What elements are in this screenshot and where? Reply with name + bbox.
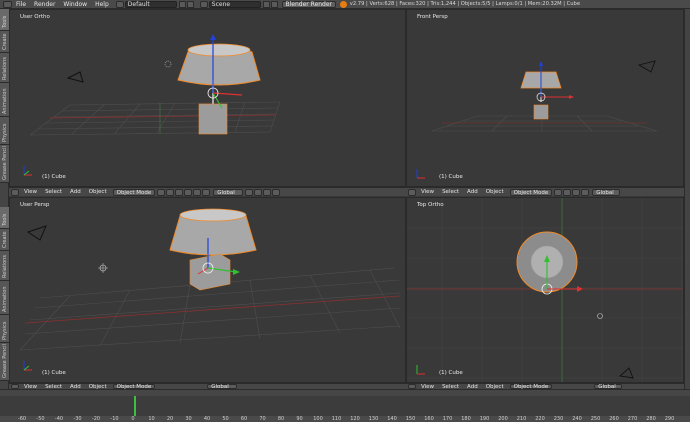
viewport-top-ortho-scene xyxy=(407,198,683,382)
tab-tools-2[interactable]: Tools xyxy=(0,207,9,229)
timeline-tick: 290 xyxy=(664,416,675,422)
toolshelf-tabs: Tools Create Relations Animation Physics… xyxy=(0,9,9,389)
viewport-label: Front Persp xyxy=(417,14,448,20)
orientation-select[interactable]: Global xyxy=(592,188,621,196)
tab-physics-label-2: Physics xyxy=(2,321,8,341)
tab-create[interactable]: Create xyxy=(0,31,9,53)
viewport-front-persp[interactable]: Front Persp (1) Cube xyxy=(406,9,684,187)
screen-layout-icon[interactable] xyxy=(115,0,124,8)
shading-icon[interactable] xyxy=(157,188,166,196)
blender-logo-icon xyxy=(339,0,347,8)
properties-region-edge[interactable] xyxy=(684,9,690,389)
lock-icon[interactable] xyxy=(254,188,263,196)
tab-tools[interactable]: Tools xyxy=(0,9,9,31)
editor-type-icon[interactable] xyxy=(408,188,416,196)
timeline-ruler: -60 -50 -40 -30 -20 -10 0 10 20 30 40 50 60 70 80 90 100… xyxy=(0,416,690,422)
tab-relations[interactable]: Relations xyxy=(0,53,9,83)
shading-icon[interactable] xyxy=(554,188,563,196)
layout-add-button[interactable] xyxy=(178,0,186,8)
timeline-editor[interactable]: -60 -50 -40 -30 -20 -10 0 10 20 30 40 50 60 70 80 90 100… xyxy=(0,389,690,422)
editor-type-icon[interactable] xyxy=(11,188,19,196)
tab-relations-label: Relations xyxy=(2,57,8,80)
viewport-front-persp-scene xyxy=(416,60,658,179)
viewport-user-ortho-scene xyxy=(23,34,281,176)
tab-grease-pencil-label-2: Grease Pencil xyxy=(2,344,8,378)
viewport-header-1: View Select Add Object Object Mode Globa… xyxy=(9,187,406,196)
tab-create-label-2: Create xyxy=(2,231,8,248)
tab-animation-label-2: Animation xyxy=(2,286,8,313)
scene-field[interactable]: Scene xyxy=(208,0,261,8)
tab-tools-label: Tools xyxy=(2,15,8,28)
viewport-label: User Persp xyxy=(20,202,50,208)
active-object-label: (1) Cube xyxy=(439,370,463,376)
viewport-user-ortho[interactable]: User Ortho (1) Cube xyxy=(9,9,406,187)
layers-icon[interactable] xyxy=(245,188,254,196)
info-header: File Render Window Help Default Scene Bl… xyxy=(0,0,690,9)
timeline-area[interactable] xyxy=(0,396,690,416)
scale-icon[interactable] xyxy=(202,188,211,196)
mode-select[interactable]: Object Mode xyxy=(509,188,553,196)
tab-grease-pencil-2[interactable]: Grease Pencil xyxy=(0,343,9,381)
current-frame-indicator[interactable] xyxy=(133,396,136,416)
view-menu[interactable]: View xyxy=(24,189,37,195)
layout-field[interactable]: Default xyxy=(124,0,177,8)
snap-icon[interactable] xyxy=(263,188,272,196)
tab-create-label: Create xyxy=(2,33,8,50)
tab-animation-label: Animation xyxy=(2,88,8,115)
tab-grease-pencil-label: Grease Pencil xyxy=(2,146,8,180)
orientation-select[interactable]: Global xyxy=(213,188,244,196)
render-engine-select[interactable]: Blender Render xyxy=(281,0,336,8)
tab-animation-2[interactable]: Animation xyxy=(0,281,9,315)
tab-physics[interactable]: Physics xyxy=(0,117,9,145)
rotate-icon[interactable] xyxy=(193,188,202,196)
menu-file[interactable]: File xyxy=(16,0,26,8)
layout-delete-button[interactable] xyxy=(186,0,194,8)
scene-delete-button[interactable] xyxy=(270,0,278,8)
pivot-icon[interactable] xyxy=(166,188,175,196)
manipulator-icon[interactable] xyxy=(572,188,581,196)
tab-physics-label: Physics xyxy=(2,123,8,143)
manipulator-icon[interactable] xyxy=(175,188,184,196)
mode-select[interactable]: Object Mode xyxy=(112,188,156,196)
translate-icon[interactable] xyxy=(184,188,193,196)
viewport-label: User Ortho xyxy=(20,14,50,20)
active-object-label: (1) Cube xyxy=(42,370,66,376)
tab-relations-2[interactable]: Relations xyxy=(0,251,9,281)
translate-icon[interactable] xyxy=(581,188,590,196)
active-object-label: (1) Cube xyxy=(439,174,463,180)
tab-physics-2[interactable]: Physics xyxy=(0,315,9,343)
add-menu[interactable]: Add xyxy=(467,189,478,195)
object-menu[interactable]: Object xyxy=(486,189,504,195)
tab-grease-pencil[interactable]: Grease Pencil xyxy=(0,145,9,183)
editor-type-icon[interactable] xyxy=(3,0,12,8)
select-menu[interactable]: Select xyxy=(442,189,459,195)
pivot-icon[interactable] xyxy=(563,188,572,196)
active-object-label: (1) Cube xyxy=(42,174,66,180)
viewport-user-persp[interactable]: User Persp (1) Cube xyxy=(9,197,406,383)
render-icon[interactable] xyxy=(272,188,281,196)
view-menu[interactable]: View xyxy=(421,189,434,195)
scene-icon[interactable] xyxy=(199,0,208,8)
viewport-label: Top Ortho xyxy=(417,202,444,208)
tab-create-2[interactable]: Create xyxy=(0,229,9,251)
menu-window[interactable]: Window xyxy=(63,0,87,8)
scene-statistics: v2.79 | Verts:628 | Faces:320 | Tris:1,2… xyxy=(349,0,581,7)
add-menu[interactable]: Add xyxy=(70,189,81,195)
tab-animation[interactable]: Animation xyxy=(0,83,9,117)
object-menu[interactable]: Object xyxy=(89,189,107,195)
viewport-top-ortho[interactable]: Top Ortho (1) Cube xyxy=(406,197,684,383)
select-menu[interactable]: Select xyxy=(45,189,62,195)
tab-tools-label-2: Tools xyxy=(2,213,8,226)
menu-help[interactable]: Help xyxy=(95,0,109,8)
viewport-header-2: View Select Add Object Object Mode Globa… xyxy=(406,187,684,196)
viewport-user-persp-scene xyxy=(19,208,401,371)
menu-render[interactable]: Render xyxy=(34,0,55,8)
scene-add-button[interactable] xyxy=(262,0,270,8)
tab-relations-label-2: Relations xyxy=(2,255,8,278)
